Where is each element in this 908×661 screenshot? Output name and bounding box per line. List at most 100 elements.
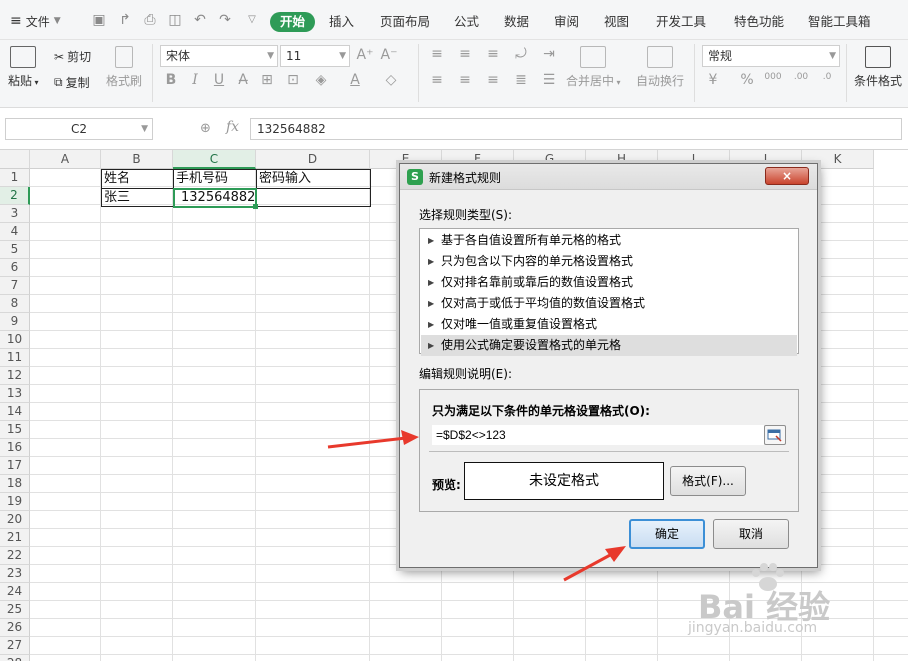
underline-icon[interactable]: U xyxy=(210,72,228,88)
rule-type-item[interactable]: ▶ 仅对唯一值或重复值设置格式 xyxy=(421,314,797,335)
row-header-14[interactable]: 14 xyxy=(0,403,30,421)
column-header-b[interactable]: B xyxy=(101,150,173,169)
row-header-11[interactable]: 11 xyxy=(0,349,30,367)
tab-3[interactable]: 公式 xyxy=(454,12,479,32)
indent-icon[interactable]: ⇥ xyxy=(540,46,558,62)
name-box[interactable]: C2 ▼ xyxy=(5,118,153,140)
format-button[interactable]: 格式(F)... xyxy=(670,466,746,496)
ok-button[interactable]: 确定 xyxy=(629,519,705,549)
bold-icon[interactable]: B xyxy=(162,72,180,88)
row-header-1[interactable]: 1 xyxy=(0,169,30,187)
row-header-13[interactable]: 13 xyxy=(0,385,30,403)
percent-icon[interactable]: % xyxy=(738,72,756,88)
tab-8[interactable]: 特色功能 xyxy=(734,12,784,32)
row-header-22[interactable]: 22 xyxy=(0,547,30,565)
fill-handle[interactable] xyxy=(253,204,258,209)
increase-decimal-icon[interactable]: .00 xyxy=(792,72,810,82)
tab-6[interactable]: 视图 xyxy=(604,12,629,32)
font-size-select[interactable]: 11 ▼ xyxy=(280,45,350,67)
font-color-icon[interactable]: A xyxy=(346,72,364,88)
row-header-5[interactable]: 5 xyxy=(0,241,30,259)
row-header-3[interactable]: 3 xyxy=(0,205,30,223)
number-format-select[interactable]: 常规 ▼ xyxy=(702,45,840,67)
quick-access-dropdown-icon[interactable]: ▽ xyxy=(243,11,261,29)
row-header-26[interactable]: 26 xyxy=(0,619,30,637)
redo-icon[interactable]: ↷ xyxy=(216,11,234,29)
row-header-4[interactable]: 4 xyxy=(0,223,30,241)
rule-type-item[interactable]: ▶ 仅对排名靠前或靠后的数值设置格式 xyxy=(421,272,797,293)
align-right-icon[interactable]: ≡ xyxy=(484,72,502,88)
row-header-23[interactable]: 23 xyxy=(0,565,30,583)
fill-color-icon[interactable]: ◈ xyxy=(312,72,330,88)
zoom-icon[interactable]: ⊕ xyxy=(200,121,211,136)
borders-icon[interactable]: ⊞ xyxy=(258,72,276,88)
row-header-15[interactable]: 15 xyxy=(0,421,30,439)
cancel-button[interactable]: 取消 xyxy=(713,519,789,549)
range-picker-button[interactable] xyxy=(764,425,786,445)
row-header-9[interactable]: 9 xyxy=(0,313,30,331)
copy-button[interactable]: ⧉ 复制 xyxy=(54,74,90,91)
file-menu[interactable]: ≡ 文件 ▼ xyxy=(10,11,61,31)
eraser-icon[interactable]: ◇ xyxy=(382,72,400,88)
thousands-icon[interactable]: 000 xyxy=(764,72,782,82)
row-header-16[interactable]: 16 xyxy=(0,439,30,457)
tab-1[interactable]: 插入 xyxy=(329,12,354,32)
tab-4[interactable]: 数据 xyxy=(504,12,529,32)
clear-format-icon[interactable]: ⊡ xyxy=(284,72,302,88)
format-painter-button[interactable]: 格式刷 xyxy=(106,46,142,89)
select-all-corner[interactable] xyxy=(0,150,30,169)
font-name-select[interactable]: 宋体 ▼ xyxy=(160,45,278,67)
column-header-a[interactable]: A xyxy=(30,150,101,169)
export-icon[interactable]: ↱ xyxy=(116,11,134,29)
row-header-8[interactable]: 8 xyxy=(0,295,30,313)
wrap-text-button[interactable]: 自动换行 xyxy=(636,46,684,89)
row-header-18[interactable]: 18 xyxy=(0,475,30,493)
currency-icon[interactable]: ¥ xyxy=(704,72,722,88)
rule-type-item[interactable]: ▶ 基于各自值设置所有单元格的格式 xyxy=(421,230,797,251)
fx-icon[interactable]: fx xyxy=(226,119,239,135)
row-header-20[interactable]: 20 xyxy=(0,511,30,529)
decrease-font-icon[interactable]: A⁻ xyxy=(380,47,398,63)
print-icon[interactable]: ⎙ xyxy=(141,11,159,29)
tab-7[interactable]: 开发工具 xyxy=(656,12,706,32)
conditional-format-button[interactable]: 条件格式 xyxy=(854,46,902,89)
formula-input[interactable]: 132564882 xyxy=(250,118,902,140)
justify-icon[interactable]: ≣ xyxy=(512,72,530,88)
cut-button[interactable]: ✂ 剪切 xyxy=(54,48,91,65)
rule-type-item[interactable]: ▶ 仅对高于或低于平均值的数值设置格式 xyxy=(421,293,797,314)
distribute-icon[interactable]: ☰ xyxy=(540,72,558,88)
align-top-icon[interactable]: ≡ xyxy=(428,46,446,62)
strikethrough-icon[interactable]: A̶ xyxy=(234,72,252,88)
rule-type-item[interactable]: ▶ 使用公式确定要设置格式的单元格 xyxy=(421,335,797,356)
rule-type-item[interactable]: ▶ 只为包含以下内容的单元格设置格式 xyxy=(421,251,797,272)
print-preview-icon[interactable]: ◫ xyxy=(166,11,184,29)
rotate-text-icon[interactable]: ⤾ xyxy=(512,46,530,62)
dialog-titlebar[interactable]: S 新建格式规则 × xyxy=(400,164,817,190)
paste-button[interactable]: 粘贴 ▾ xyxy=(8,46,39,89)
row-header-6[interactable]: 6 xyxy=(0,259,30,277)
row-header-17[interactable]: 17 xyxy=(0,457,30,475)
row-header-28[interactable]: 28 xyxy=(0,655,30,661)
row-header-27[interactable]: 27 xyxy=(0,637,30,655)
row-header-25[interactable]: 25 xyxy=(0,601,30,619)
row-header-10[interactable]: 10 xyxy=(0,331,30,349)
formula-field[interactable] xyxy=(432,425,764,445)
align-center-icon[interactable]: ≡ xyxy=(456,72,474,88)
row-header-7[interactable]: 7 xyxy=(0,277,30,295)
align-middle-icon[interactable]: ≡ xyxy=(456,46,474,62)
column-header-c[interactable]: C xyxy=(173,150,256,169)
italic-icon[interactable]: I xyxy=(186,72,204,88)
tab-0[interactable]: 开始 xyxy=(270,12,316,32)
row-header-2[interactable]: 2 xyxy=(0,187,30,205)
row-header-24[interactable]: 24 xyxy=(0,583,30,601)
align-bottom-icon[interactable]: ≡ xyxy=(484,46,502,62)
save-icon[interactable]: ▣ xyxy=(90,11,108,29)
undo-icon[interactable]: ↶ xyxy=(191,11,209,29)
row-header-21[interactable]: 21 xyxy=(0,529,30,547)
row-header-19[interactable]: 19 xyxy=(0,493,30,511)
row-header-12[interactable]: 12 xyxy=(0,367,30,385)
tab-5[interactable]: 审阅 xyxy=(554,12,579,32)
tab-9[interactable]: 智能工具箱 xyxy=(808,12,871,32)
tab-2[interactable]: 页面布局 xyxy=(380,12,430,32)
decrease-decimal-icon[interactable]: .0 xyxy=(818,72,836,82)
